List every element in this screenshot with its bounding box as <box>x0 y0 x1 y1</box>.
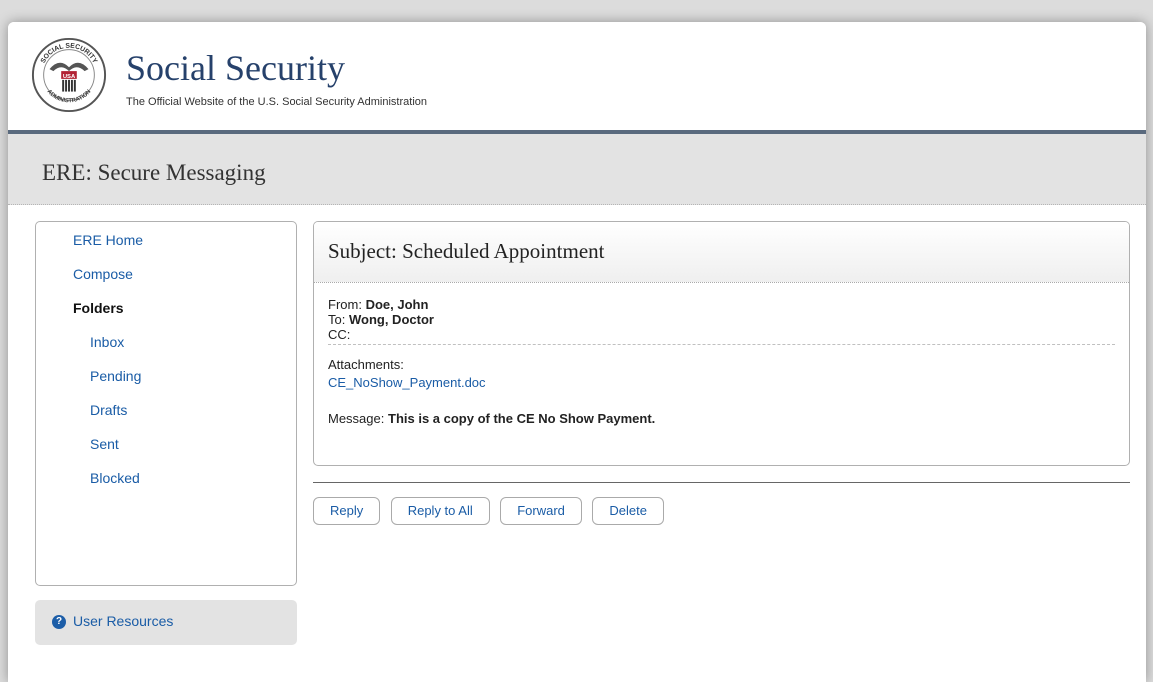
site-subtitle: The Official Website of the U.S. Social … <box>126 96 428 108</box>
divider <box>313 482 1130 483</box>
browser-window: SOCIAL SECURITY ADMINISTRATION USA Socia… <box>8 22 1146 682</box>
message-label: Message: <box>328 411 385 426</box>
message-headers: From: Doe, John To: Wong, Doctor CC: <box>328 297 1115 345</box>
delete-button[interactable]: Delete <box>592 497 664 525</box>
to-value: Wong, Doctor <box>348 312 434 327</box>
message-subject: Subject: Scheduled Appointment <box>314 222 1129 283</box>
sidebar-item-compose[interactable]: Compose <box>36 266 296 283</box>
attachments-section: Attachments: CE_NoShow_Payment.doc <box>328 357 1115 391</box>
sidebar-nav: ERE Home Compose Folders Inbox Pending D… <box>35 221 297 586</box>
svg-text:USA: USA <box>63 74 76 80</box>
attachments-label: Attachments: <box>328 357 404 372</box>
sidebar-item-blocked[interactable]: Blocked <box>36 470 296 487</box>
site-header: SOCIAL SECURITY ADMINISTRATION USA Socia… <box>8 22 1146 134</box>
from-label: From: <box>328 297 362 312</box>
sidebar-item-sent[interactable]: Sent <box>36 436 296 453</box>
site-title[interactable]: Social Security <box>126 50 345 86</box>
from-value: Doe, John <box>365 297 429 312</box>
to-label: To: <box>328 312 346 327</box>
sidebar-item-pending[interactable]: Pending <box>36 368 296 385</box>
subject-value: Scheduled Appointment <box>402 239 605 263</box>
question-circle-icon: ? <box>52 615 66 629</box>
user-resources-label: User Resources <box>73 613 174 629</box>
user-resources-link[interactable]: ? User Resources <box>35 600 297 645</box>
message-panel: Subject: Scheduled Appointment From: Doe… <box>313 221 1130 466</box>
message-row: Message: This is a copy of the CE No Sho… <box>328 411 1115 426</box>
nav-list: ERE Home Compose Folders Inbox Pending D… <box>36 222 296 487</box>
message-body: From: Doe, John To: Wong, Doctor CC: Att… <box>314 283 1129 426</box>
to-row: To: Wong, Doctor <box>328 312 1115 327</box>
subject-prefix: Subject: <box>328 239 397 263</box>
attachment-link[interactable]: CE_NoShow_Payment.doc <box>328 374 486 391</box>
sidebar-item-inbox[interactable]: Inbox <box>36 334 296 351</box>
sidebar-item-ere-home[interactable]: ERE Home <box>36 232 296 249</box>
page-title: ERE: Secure Messaging <box>42 160 266 185</box>
sidebar-item-drafts[interactable]: Drafts <box>36 402 296 419</box>
main-content: ERE Home Compose Folders Inbox Pending D… <box>8 205 1146 665</box>
cc-label: CC: <box>328 327 351 342</box>
subject-text: Subject: Scheduled Appointment <box>328 239 604 264</box>
section-header: ERE: Secure Messaging <box>8 134 1146 205</box>
sidebar-folders-heading: Folders <box>73 300 124 316</box>
reply-all-button[interactable]: Reply to All <box>390 497 490 525</box>
cc-row: CC: <box>328 327 1115 342</box>
message-actions: Reply Reply to All Forward Delete <box>313 497 670 525</box>
ssa-seal-logo: SOCIAL SECURITY ADMINISTRATION USA <box>31 37 107 113</box>
reply-button[interactable]: Reply <box>313 497 381 525</box>
forward-button[interactable]: Forward <box>500 497 582 525</box>
message-value: This is a copy of the CE No Show Payment… <box>388 411 656 426</box>
from-row: From: Doe, John <box>328 297 1115 312</box>
